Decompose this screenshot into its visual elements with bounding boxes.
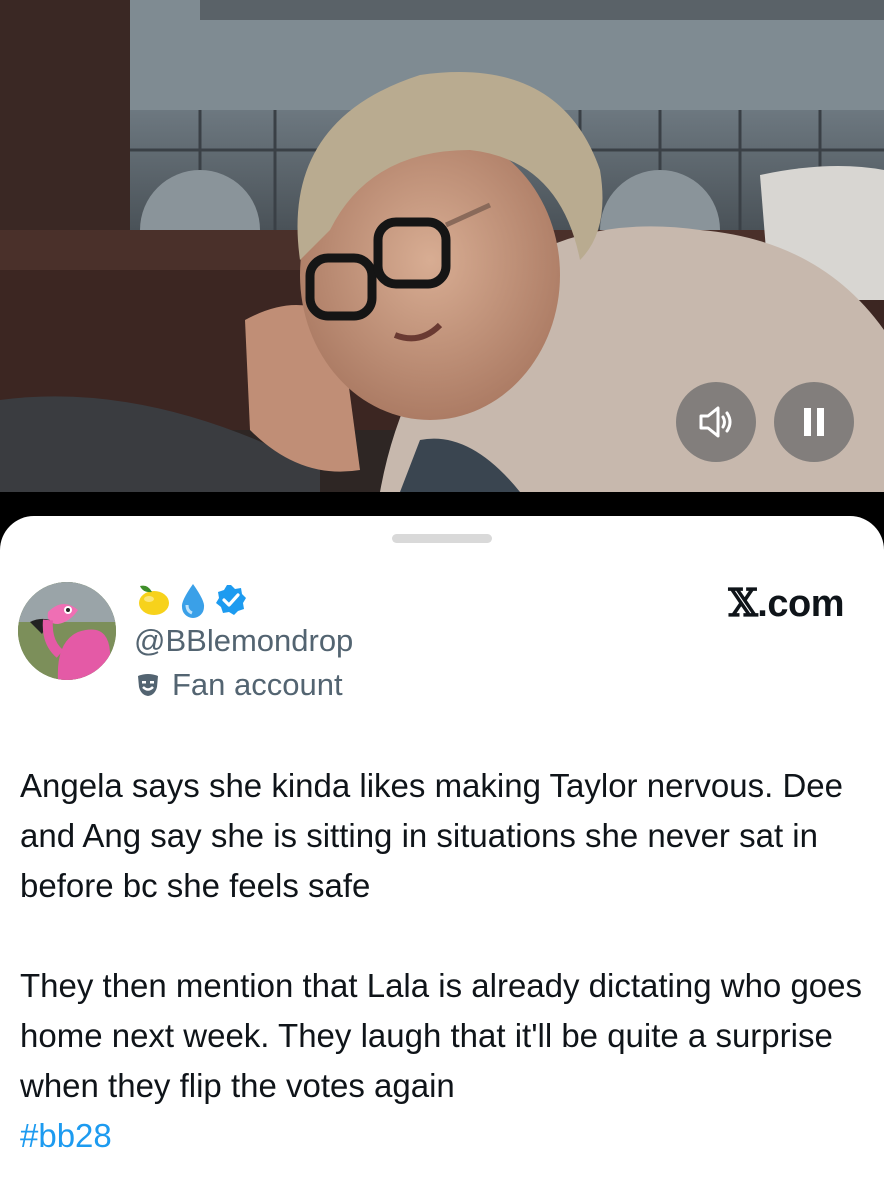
account-label: Fan account [134, 667, 343, 703]
post-paragraph-1: Angela says she kinda likes making Taylo… [20, 767, 843, 904]
x-com-logo: 𝕏.com [728, 580, 844, 626]
video-player[interactable] [0, 0, 884, 492]
pause-icon [804, 408, 824, 436]
lemon-emoji [139, 585, 169, 615]
sheet-grabber[interactable] [392, 534, 492, 543]
post-paragraph-2: They then mention that Lala is already d… [20, 967, 863, 1104]
display-name[interactable] [134, 580, 248, 620]
x-logo-icon: 𝕏 [728, 580, 758, 625]
post-text: Angela says she kinda likes making Taylo… [20, 761, 880, 1161]
avatar[interactable] [18, 582, 116, 680]
pause-button[interactable] [774, 382, 854, 462]
verified-badge-icon [216, 585, 246, 615]
brand-domain: .com [757, 583, 844, 625]
droplet-emoji [181, 584, 205, 618]
speaker-icon [699, 406, 732, 438]
post-sheet: @BBlemondrop Fan account 𝕏.com Angela sa… [0, 516, 884, 1200]
sound-button[interactable] [676, 382, 756, 462]
account-label-text: Fan account [172, 667, 343, 702]
flamingo-avatar-image [18, 582, 116, 680]
user-handle[interactable]: @BBlemondrop [134, 623, 353, 659]
theater-masks-icon [138, 674, 158, 696]
hashtag-link[interactable]: #bb28 [20, 1117, 112, 1154]
